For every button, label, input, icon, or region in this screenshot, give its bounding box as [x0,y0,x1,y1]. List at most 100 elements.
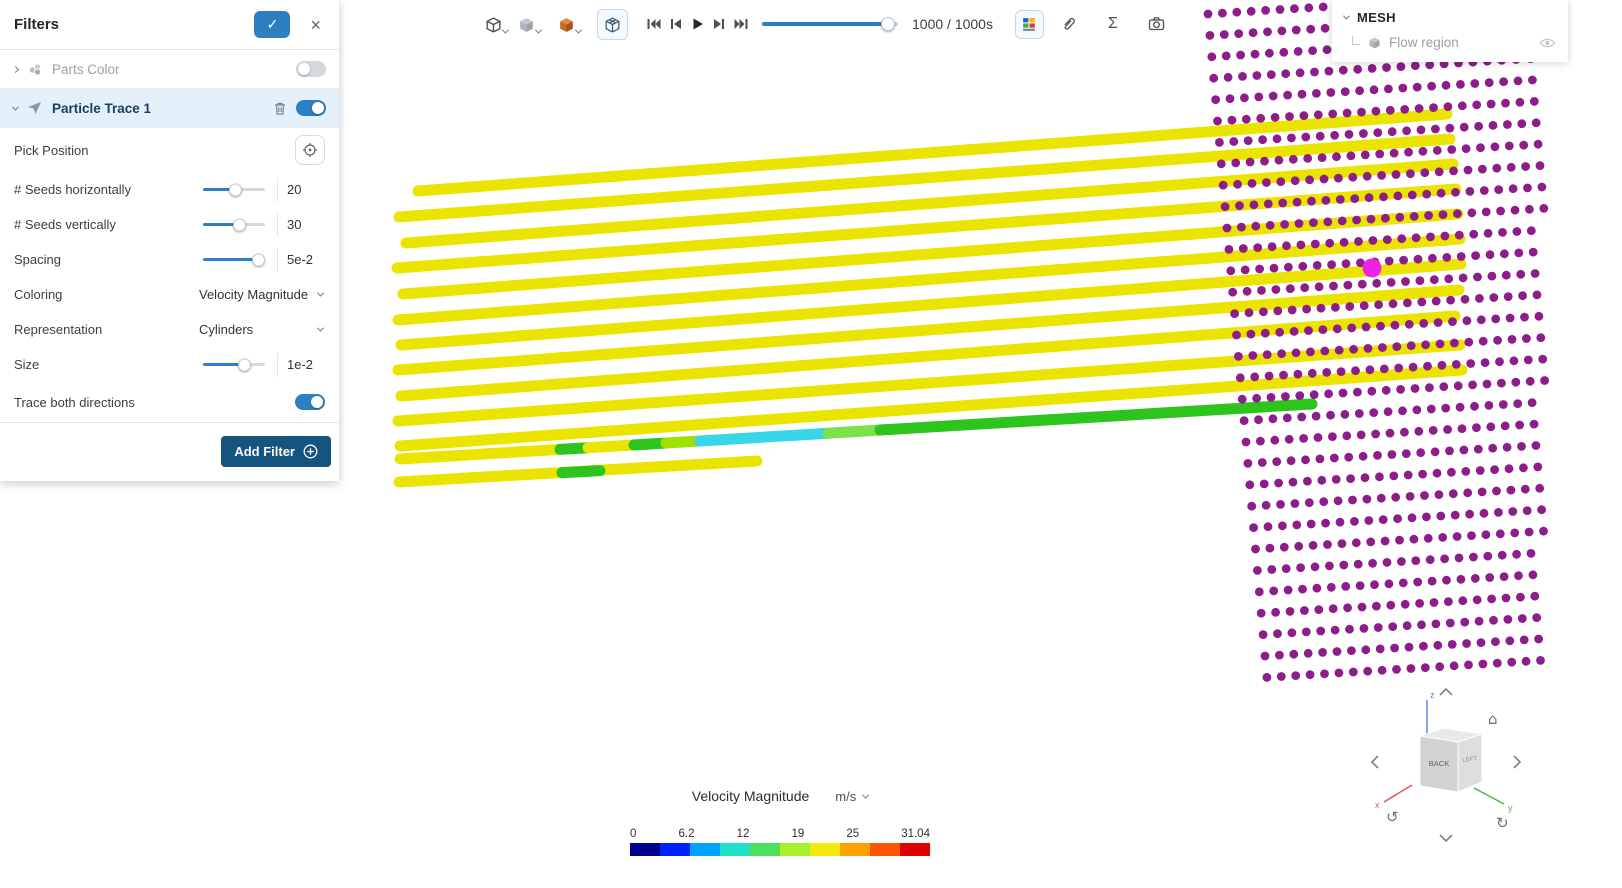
legend-unit-value: m/s [835,788,857,804]
representation-select[interactable]: Cylinders [197,318,325,341]
trash-icon [275,102,285,115]
chevron-down-icon [862,791,870,799]
view-cube[interactable]: BACK LEFT [1419,727,1483,793]
screenshot-button[interactable] [1146,13,1168,35]
z-axis-label: z [1430,690,1435,700]
pick-position-button[interactable] [295,135,325,165]
close-button[interactable]: × [306,14,325,36]
spacing-label: Spacing [14,252,61,267]
trace-both-toggle[interactable] [295,394,325,410]
prop-pick-position: Pick Position [0,128,339,172]
legend-tick: 12 [736,828,750,840]
slider-thumb[interactable] [229,183,243,196]
legend-gradient [630,843,930,856]
particle-trace-icon [28,102,41,114]
legend-tick: 6.2 [678,828,695,840]
slider-thumb[interactable] [237,358,251,371]
mesh-view-toggle-button[interactable] [597,8,628,40]
roll-cw-icon[interactable]: ↻ [1496,814,1509,832]
filters-header: Filters ✓ × [0,0,339,50]
timeline-slider[interactable] [762,17,898,31]
home-view-icon[interactable]: ⌂ [1488,710,1498,728]
step-forward-icon [713,19,724,29]
probe-point-button[interactable] [1058,13,1080,35]
paperclip-icon [1065,18,1076,30]
visibility-eye-icon[interactable] [1539,37,1556,49]
play-button[interactable] [686,13,708,35]
seeds-h-slider[interactable] [203,183,265,196]
coloring-label: Coloring [14,287,63,302]
pick-position-marker[interactable] [1362,258,1382,278]
size-value[interactable]: 1e-2 [277,352,325,377]
orange-cube-icon [560,17,573,32]
filter-row-particle-trace[interactable]: Particle Trace 1 [0,89,339,128]
skip-end-icon [734,19,747,29]
coloring-value: Velocity Magnitude [199,287,309,302]
parts-display-button[interactable] [517,15,543,34]
roll-ccw-icon[interactable]: ↺ [1386,808,1399,826]
chevron-down-icon [1342,12,1351,20]
previous-frame-button[interactable] [664,13,686,35]
slider-thumb[interactable] [232,218,246,231]
legend-title: Velocity Magnitude [691,788,810,804]
add-filter-label: Add Filter [234,444,295,459]
close-icon: × [310,14,321,35]
legend-tick: 0 [630,828,637,840]
rotate-down-chevron[interactable] [1439,834,1453,843]
y-axis [1473,787,1505,805]
chevron-down-icon [11,103,20,111]
size-slider[interactable] [203,358,265,371]
mesh-item-flow-region[interactable]: Flow region [1344,35,1556,50]
statistics-button[interactable]: Σ [1102,13,1124,35]
rotate-left-chevron[interactable] [1370,755,1379,769]
seeds-h-value[interactable]: 20 [277,177,325,202]
particle-trace-toggle[interactable] [296,100,326,116]
chevron-down-icon [316,289,325,297]
camera-icon [1149,17,1165,31]
navigation-gizmo: ⌂ ↺ ↻ z x y BACK LEFT [1370,687,1522,843]
filters-title: Filters [14,16,60,33]
rotate-up-chevron[interactable] [1439,687,1453,696]
rotate-right-chevron[interactable] [1513,755,1522,769]
apply-button[interactable]: ✓ [254,11,291,38]
chevron-right-icon [11,65,20,73]
fit-view-button[interactable] [484,15,510,34]
filters-panel: Filters ✓ × Parts Color Particle Trace 1 [0,0,339,481]
skip-to-end-button[interactable] [730,13,752,35]
mesh-header[interactable]: MESH [1342,10,1556,25]
representation-value: Cylinders [199,322,254,337]
add-filter-button[interactable]: Add Filter [221,436,331,467]
seeds-v-slider[interactable] [203,218,265,231]
chevron-down-icon [501,26,510,34]
x-axis-label: x [1375,800,1380,810]
mesh-item-label: Flow region [1389,35,1459,50]
cube-face-back-label: BACK [1429,759,1449,768]
slider-thumb[interactable] [252,253,266,266]
plus-circle-icon [303,444,318,459]
timeline-fill [762,17,896,31]
spacing-value[interactable]: 5e-2 [277,247,325,272]
filters-footer: Add Filter [0,422,339,481]
prop-seeds-horizontally: # Seeds horizontally 20 [0,172,339,207]
legend-unit-select[interactable]: m/s [835,788,870,804]
next-frame-button[interactable] [708,13,730,35]
parts-color-icon [28,63,42,76]
particle-trace-label: Particle Trace 1 [52,100,152,116]
filter-row-parts-color[interactable]: Parts Color [0,50,339,89]
seeds-v-value[interactable]: 30 [277,212,325,237]
legend-toggle-button[interactable] [1014,9,1044,39]
delete-filter-button[interactable] [273,101,287,116]
crosshair-icon [303,143,317,157]
skip-to-start-button[interactable] [642,13,664,35]
parts-color-toggle[interactable] [296,61,326,77]
play-icon [693,18,703,30]
seeds-v-label: # Seeds vertically [14,217,116,232]
legend-tick: 31.04 [901,828,930,840]
gray-cube-icon [520,17,533,32]
fit-view-cube-icon [486,16,501,33]
spacing-slider[interactable] [203,253,266,266]
surface-display-button[interactable] [557,15,583,34]
coloring-select[interactable]: Velocity Magnitude [197,283,325,306]
timeline-thumb[interactable] [881,17,896,31]
seed-points-grid [1203,0,1549,682]
